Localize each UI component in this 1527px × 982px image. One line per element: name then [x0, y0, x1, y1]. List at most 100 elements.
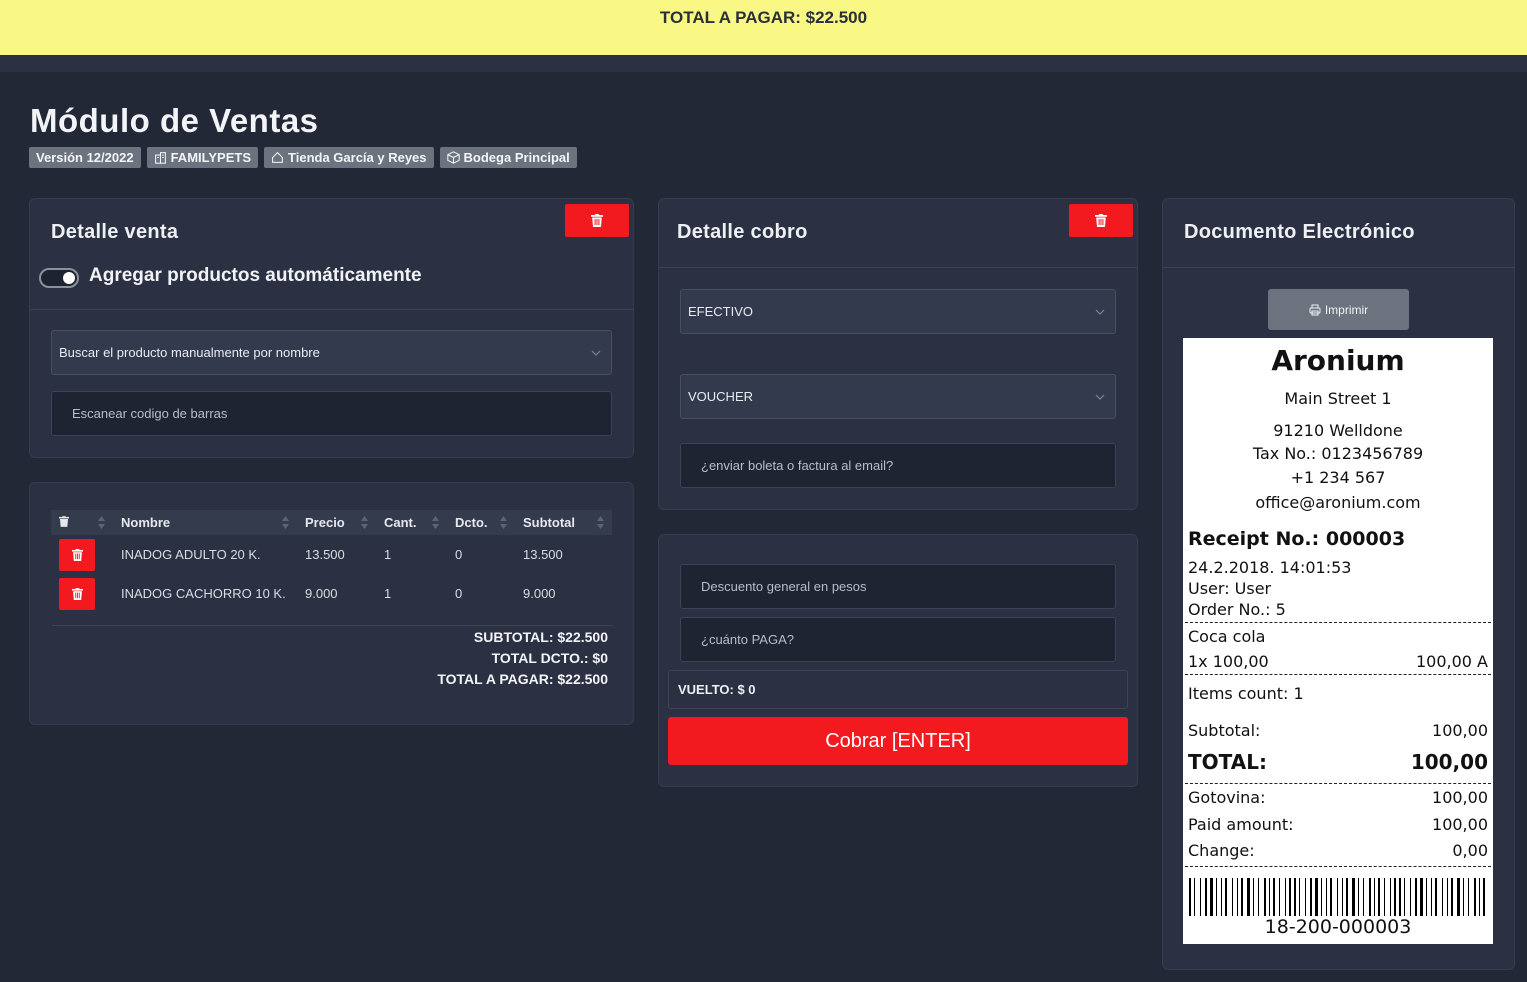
payment-detail-title: Detalle cobro [677, 221, 808, 243]
cell-subtotal: 9.000 [523, 586, 556, 601]
receipt-subtotal-label: Subtotal: [1188, 721, 1261, 740]
general-discount-input[interactable]: Descuento general en pesos [680, 564, 1116, 609]
barcode-bar [1315, 878, 1318, 916]
barcode-bar [1294, 878, 1296, 916]
receipt-total-value: 100,00 [1410, 750, 1488, 774]
cell-discount[interactable]: 0 [447, 535, 515, 574]
barcode-bar [1463, 878, 1464, 916]
barcode-bar [1431, 878, 1432, 916]
barcode-bar [1279, 878, 1280, 916]
barcode-bar [1369, 878, 1371, 916]
clear-sale-button[interactable] [565, 204, 629, 237]
barcode-bar [1399, 878, 1401, 916]
product-search-select[interactable]: Buscar el producto manualmente por nombr… [51, 330, 612, 375]
barcode-bar [1247, 878, 1250, 916]
email-input[interactable]: ¿enviar boleta o factura al email? [680, 443, 1116, 488]
receipt-barcode-text: 18-200-000003 [1264, 916, 1412, 938]
barcode-bar [1321, 878, 1322, 916]
barcode-bar [1374, 878, 1375, 916]
barcode-bar [1225, 878, 1227, 916]
page-title: Módulo de Ventas [30, 102, 319, 139]
cell-discount[interactable]: 0 [447, 574, 515, 613]
receipt-number: Receipt No.: 000003 [1188, 528, 1406, 550]
barcode-bar [1363, 878, 1364, 916]
barcode-bar [1420, 878, 1423, 916]
subtotal-text: SUBTOTAL: $22.500 [473, 629, 608, 645]
document-divider [1163, 267, 1514, 268]
cell-name: INADOG ADULTO 20 K. [121, 547, 261, 562]
trash-icon [1095, 214, 1107, 227]
receipt-change-value: 0,00 [1452, 841, 1488, 860]
building-icon [154, 152, 166, 164]
column-header-delete[interactable] [51, 510, 113, 535]
chevron-down-icon [1095, 394, 1105, 400]
barcode-input[interactable]: Escanear codigo de barras [51, 391, 612, 436]
totals-divider [52, 625, 613, 626]
barcode-bar [1342, 878, 1343, 916]
barcode-bar [1442, 878, 1443, 916]
column-header-price[interactable]: Precio [297, 510, 376, 535]
payment-method-select-1[interactable]: EFECTIVO [680, 289, 1116, 334]
receipt-cash-value: 100,00 [1432, 788, 1488, 807]
receipt-user: User: User [1188, 579, 1272, 598]
sort-icon [98, 516, 105, 529]
version-badge: Versión 12/2022 [29, 147, 141, 168]
total-to-pay-text: TOTAL A PAGAR: $22.500 [437, 671, 608, 687]
barcode-bar [1289, 878, 1291, 916]
receipt-separator [1185, 866, 1491, 867]
barcode-bar [1205, 878, 1207, 916]
barcode-bar [1337, 878, 1338, 916]
receipt-address2: 91210 Welldone [1273, 421, 1403, 440]
cell-qty[interactable]: 1 [376, 574, 447, 613]
cell-price: 9.000 [305, 586, 338, 601]
barcode-bar [1269, 878, 1270, 916]
barcode-bar [1426, 878, 1427, 916]
receipt-separator [1185, 622, 1491, 623]
delete-row-button[interactable] [59, 577, 95, 610]
sale-detail-divider [30, 309, 633, 310]
barcode-bar [1483, 878, 1485, 916]
barcode-bar [1210, 878, 1213, 916]
column-header-discount[interactable]: Dcto. [447, 510, 515, 535]
clear-payment-button[interactable] [1069, 204, 1133, 237]
box-icon [446, 151, 460, 164]
sort-icon [361, 516, 368, 529]
electronic-document-title: Documento Electrónico [1184, 221, 1415, 243]
auto-add-toggle[interactable] [39, 268, 79, 288]
barcode-bar [1474, 878, 1476, 916]
payment-method-select-2[interactable]: VOUCHER [680, 374, 1116, 419]
barcode-bar [1189, 878, 1191, 916]
receipt-tax: Tax No.: 0123456789 [1252, 444, 1424, 463]
barcode-bar [1200, 878, 1201, 916]
sort-icon [282, 516, 289, 529]
house-icon [272, 151, 283, 163]
sale-detail-title: Detalle venta [51, 221, 179, 243]
table-row: INADOG ADULTO 20 K. 13.500 1 0 13.500 [51, 535, 612, 574]
total-banner-text: TOTAL A PAGAR: $22.500 [659, 8, 868, 27]
barcode-bar [1221, 878, 1222, 916]
barcode-bar [1451, 878, 1453, 916]
print-button[interactable]: Imprimir [1268, 289, 1409, 330]
amount-paid-input[interactable]: ¿cuánto PAGA? [680, 617, 1116, 662]
receipt-address1: Main Street 1 [1284, 389, 1392, 408]
column-header-name[interactable]: Nombre [113, 510, 297, 535]
barcode-bar [1241, 878, 1243, 916]
charge-button[interactable]: Cobrar [ENTER] [668, 717, 1128, 765]
payment-detail-divider [659, 267, 1137, 268]
cell-price: 13.500 [305, 547, 345, 562]
barcode-bar [1378, 878, 1380, 916]
barcode-bar [1285, 878, 1286, 916]
receipt-paid-label: Paid amount: [1188, 815, 1294, 834]
receipt-preview: Aronium Main Street 1 91210 Welldone Tax… [1183, 338, 1493, 944]
cell-subtotal: 13.500 [523, 547, 563, 562]
delete-row-button[interactable] [59, 538, 95, 571]
barcode-bar [1216, 878, 1217, 916]
header-strip [0, 55, 1527, 72]
receipt-item-total: 100,00 A [1415, 652, 1488, 671]
chevron-down-icon [1095, 309, 1105, 315]
barcode-bar [1258, 878, 1259, 916]
cell-qty[interactable]: 1 [376, 535, 447, 574]
barcode-bar [1232, 878, 1233, 916]
column-header-qty[interactable]: Cant. [376, 510, 447, 535]
column-header-subtotal[interactable]: Subtotal [515, 510, 612, 535]
